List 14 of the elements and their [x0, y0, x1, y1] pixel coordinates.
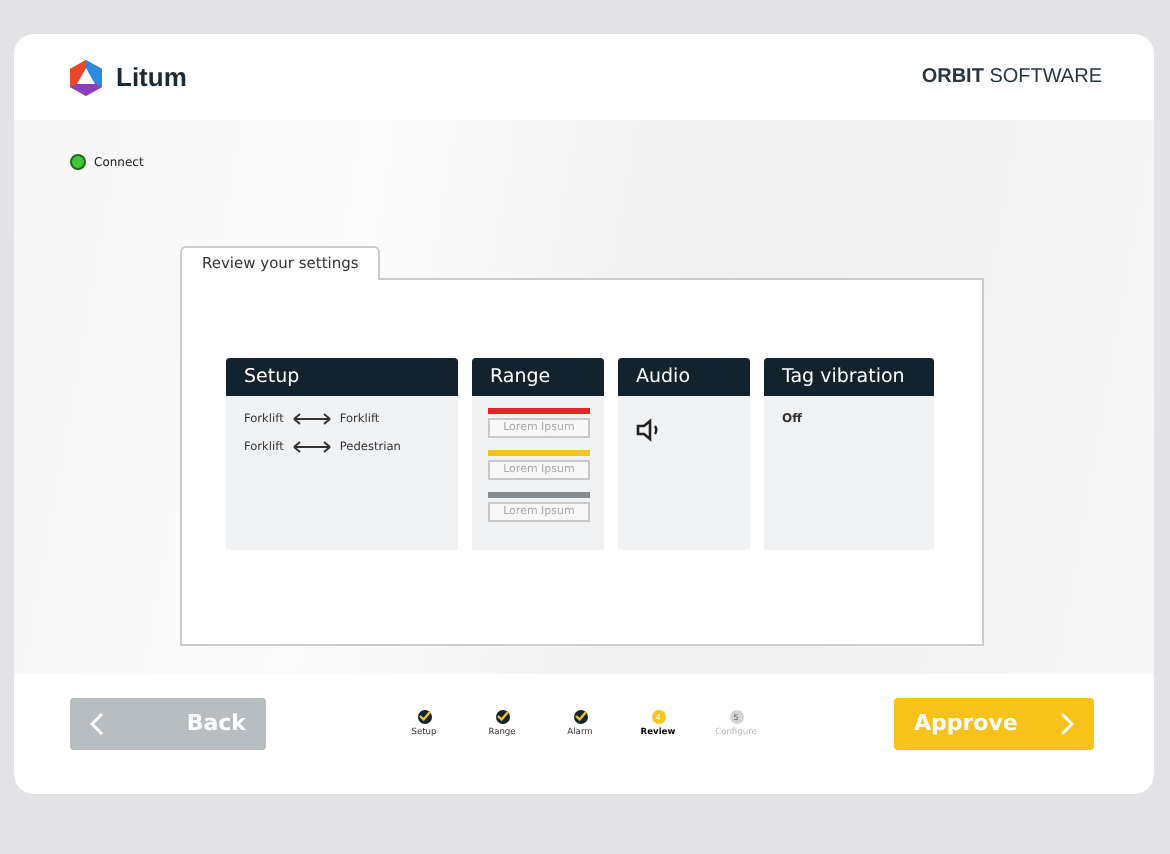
product-name: ORBIT SOFTWARE	[921, 66, 1102, 88]
chevron-left-icon	[90, 711, 104, 735]
card-title: Range	[472, 358, 604, 396]
back-button[interactable]: Back	[70, 697, 266, 749]
chevron-right-icon	[1060, 711, 1074, 735]
card-title: Audio	[618, 358, 750, 396]
logo-text: Litum	[116, 62, 187, 92]
double-arrow-icon	[291, 412, 332, 426]
card-title: Tag vibration	[764, 358, 934, 396]
double-arrow-icon	[291, 440, 332, 454]
card-title: Setup	[226, 358, 458, 396]
logo-icon	[66, 57, 106, 97]
approve-button[interactable]: Approve	[894, 697, 1094, 749]
speaker-icon	[636, 418, 660, 442]
